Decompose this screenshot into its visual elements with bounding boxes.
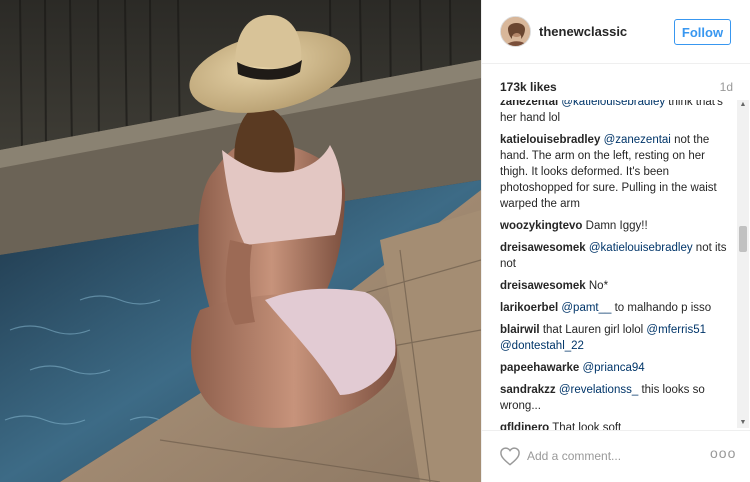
comment-item: blairwil that Lauren girl lolol @mferris…	[500, 322, 728, 354]
add-comment-input[interactable]	[527, 446, 697, 466]
comments-container: zanezentai @katielouisebradley think tha…	[500, 100, 728, 430]
comment-username[interactable]: larikoerbel	[500, 302, 558, 314]
comment-username[interactable]: gfldinero	[500, 422, 549, 430]
comment-composer: ooo	[482, 430, 750, 482]
comment-item: papeehawarke @prianca94	[500, 360, 728, 376]
avatar-image	[501, 17, 530, 46]
comment-mention-link[interactable]: @pamt__	[561, 302, 611, 314]
comment-mention-link[interactable]: @revelationss_	[559, 384, 638, 396]
comment-text: that Lauren girl lolol	[542, 324, 647, 336]
comment-mention-link[interactable]: @prianca94	[582, 362, 644, 374]
triangle-down-icon[interactable]: ▼	[739, 419, 747, 427]
comment-username[interactable]: sandrakzz	[500, 384, 556, 396]
comment-username[interactable]: dreisawesomek	[500, 280, 586, 292]
post-header: thenewclassic Follow	[482, 0, 750, 64]
comment-item: zanezentai @katielouisebradley think tha…	[500, 100, 728, 126]
comment-item: larikoerbel @pamt__ to malhando p isso	[500, 300, 728, 316]
comment-item: woozykingtevo Damn Iggy!!	[500, 218, 728, 234]
photo-illustration	[0, 0, 481, 482]
follow-button[interactable]: Follow	[674, 19, 731, 45]
comment-mention-link[interactable]: @katielouisebradley	[561, 100, 665, 108]
comment-username[interactable]: woozykingtevo	[500, 220, 582, 232]
comment-mention-link[interactable]: @mferris51	[646, 324, 706, 336]
triangle-up-icon[interactable]: ▲	[739, 101, 747, 109]
comment-text: No*	[588, 280, 609, 292]
instagram-post-window: thenewclassic Follow 173k likes 1d zanez…	[0, 0, 750, 482]
more-options-button[interactable]: ooo	[710, 445, 735, 465]
comment-username[interactable]: zanezentai	[500, 100, 558, 108]
comments-scrollbar[interactable]: ▲ ▼	[737, 100, 749, 428]
username[interactable]: thenewclassic	[539, 24, 627, 39]
comment-mention-link[interactable]: @zanezentai	[604, 134, 671, 146]
likes-row: 173k likes 1d	[500, 78, 733, 96]
comment-text: to malhando p isso	[611, 302, 712, 314]
comment-item: sandrakzz @revelationss_ this looks so w…	[500, 382, 728, 414]
comment-text: That look soft	[552, 422, 622, 430]
comment-item: katielouisebradley @zanezentai not the h…	[500, 132, 728, 212]
comment-item: gfldinero That look soft	[500, 420, 728, 430]
comments-list[interactable]: zanezentai @katielouisebradley think tha…	[482, 100, 750, 430]
scrollbar-thumb[interactable]	[739, 226, 747, 252]
post-age[interactable]: 1d	[720, 80, 733, 94]
comment-username[interactable]: blairwil	[500, 324, 540, 336]
avatar[interactable]	[500, 16, 531, 47]
comment-username[interactable]: dreisawesomek	[500, 242, 586, 254]
comment-mention-link[interactable]: @katielouisebradley	[589, 242, 693, 254]
comment-username[interactable]: papeehawarke	[500, 362, 579, 374]
likes-count[interactable]: 173k likes	[500, 80, 557, 94]
comment-item: dreisawesomek No*	[500, 278, 728, 294]
post-details-panel: thenewclassic Follow 173k likes 1d zanez…	[481, 0, 750, 482]
comment-item: dreisawesomek @katielouisebradley not it…	[500, 240, 728, 272]
comment-username[interactable]: katielouisebradley	[500, 134, 600, 146]
post-photo[interactable]	[0, 0, 481, 482]
comment-text: Damn Iggy!!	[585, 220, 648, 232]
comment-mention-link[interactable]: @dontestahl_22	[500, 340, 584, 352]
heart-outline-icon[interactable]	[499, 446, 521, 466]
